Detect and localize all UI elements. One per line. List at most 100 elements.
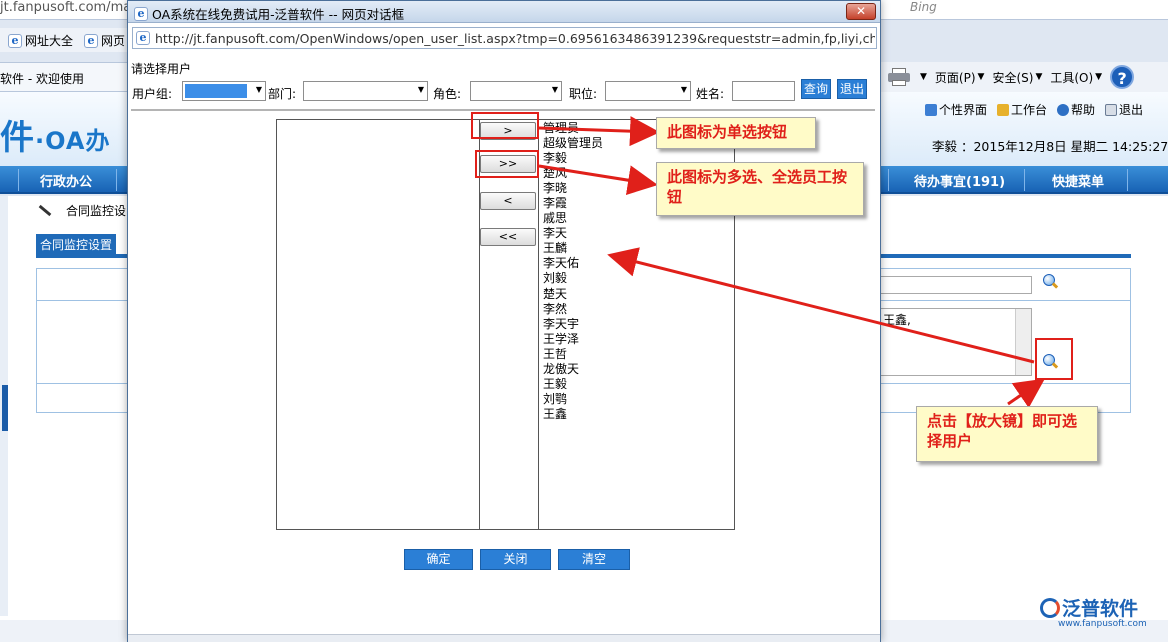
help-circle-icon: [1057, 103, 1070, 116]
annotation-highlight: [475, 150, 539, 178]
list-item[interactable]: 李霞: [543, 196, 603, 211]
move-left-button[interactable]: <: [480, 192, 536, 210]
address-text: jt.fanpusoft.com/mai: [0, 0, 135, 15]
filter-row: 用户组: 部门: 角色: 职位: 姓名: 查询 退出: [132, 79, 872, 101]
list-item[interactable]: 王哲: [543, 347, 603, 362]
search-button[interactable]: 查询: [801, 79, 831, 99]
printer-icon[interactable]: [888, 68, 910, 86]
user-group-label: 用户组:: [132, 87, 173, 101]
exit-button[interactable]: 退出: [837, 79, 867, 99]
list-item[interactable]: 李天: [543, 226, 603, 241]
list-item[interactable]: 李毅: [543, 151, 603, 166]
help-icon[interactable]: ?: [1110, 65, 1135, 89]
magnifier-icon[interactable]: [1042, 274, 1058, 290]
position-label: 职位:: [569, 87, 598, 101]
nav-item-admin-office[interactable]: 行政办公: [40, 171, 92, 190]
chevron-down-icon: ▼: [1095, 72, 1103, 82]
chevron-down-icon: ▼: [977, 72, 985, 82]
favorite-item[interactable]: e 网页: [84, 32, 125, 49]
close-button[interactable]: ✕: [846, 3, 876, 20]
move-all-left-button[interactable]: <<: [480, 228, 536, 246]
dialog-url: http://jt.fanpusoft.com/OpenWindows/open…: [155, 31, 875, 46]
chevron-down-icon[interactable]: ▼: [920, 72, 927, 82]
dialog-address-bar: e http://jt.fanpusoft.com/OpenWindows/op…: [132, 27, 877, 49]
selected-users-value: 王鑫,: [883, 313, 911, 327]
list-item[interactable]: 王麟: [543, 241, 603, 256]
brand-logo-icon: [1040, 597, 1060, 618]
confirm-button[interactable]: 确定: [404, 549, 473, 570]
safety-menu-label: 安全(S): [992, 70, 1034, 85]
chevron-down-icon: ▼: [1035, 72, 1043, 82]
annotation-highlight: [471, 112, 539, 139]
select-prompt: 请选择用户: [131, 62, 192, 76]
app-logo: 件·OA办: [0, 110, 110, 159]
breadcrumb: 合同监控设: [36, 202, 126, 219]
search-box[interactable]: Bing: [910, 0, 937, 14]
scrollbar[interactable]: [1015, 309, 1031, 375]
nav-divider: [18, 169, 19, 191]
list-item[interactable]: 王鑫: [543, 407, 603, 422]
list-item[interactable]: 王毅: [543, 377, 603, 392]
personal-link[interactable]: 个性界面: [925, 101, 987, 118]
clear-button[interactable]: 清空: [558, 549, 630, 570]
logout-label: 退出: [1119, 103, 1144, 117]
annotation-highlight: [1035, 338, 1073, 380]
list-item[interactable]: 戚思: [543, 211, 603, 226]
magnifier-callout: 点击【放大镜】即可选择用户: [916, 406, 1098, 462]
multi-select-callout: 此图标为多选、全选员工按钮: [656, 162, 864, 216]
list-item[interactable]: 超级管理员: [543, 136, 603, 151]
dialog-status-bar: [128, 634, 880, 642]
role-select[interactable]: [470, 81, 562, 101]
browser-tab[interactable]: 软件 - 欢迎使用: [0, 62, 130, 92]
nav-divider: [1024, 169, 1025, 191]
role-label: 角色:: [433, 87, 462, 101]
nav-item-todo[interactable]: 待办事宜(191): [914, 171, 1005, 190]
collapse-handle[interactable]: [2, 385, 8, 431]
ie-icon: e: [8, 33, 22, 48]
divider: [131, 109, 875, 111]
name-input[interactable]: [732, 81, 795, 101]
selected-users-field[interactable]: 王鑫,: [880, 308, 1032, 376]
monitor-icon: [925, 103, 937, 116]
list-item[interactable]: 李天宇: [543, 317, 603, 332]
logo-text: 件: [0, 118, 35, 158]
list-item[interactable]: 李然: [543, 302, 603, 317]
tools-menu[interactable]: 工具(O) ▼: [1050, 69, 1102, 86]
favorite-item[interactable]: e 网址大全: [8, 32, 73, 49]
pen-icon: [36, 203, 52, 219]
user-group-select[interactable]: [182, 81, 266, 101]
safety-menu[interactable]: 安全(S) ▼: [992, 69, 1042, 86]
list-item[interactable]: 楚风: [543, 166, 603, 181]
logout-icon: [1105, 103, 1118, 116]
list-item[interactable]: 管理员: [543, 121, 603, 136]
available-users-list[interactable]: [276, 119, 480, 530]
list-item[interactable]: 李天佑: [543, 256, 603, 271]
nav-item-shortcuts[interactable]: 快捷菜单: [1052, 171, 1104, 190]
department-select[interactable]: [303, 81, 428, 101]
dialog-title: OA系统在线免费试用-泛普软件 -- 网页对话框: [152, 7, 405, 22]
list-item[interactable]: 王学泽: [543, 332, 603, 347]
workbench-label: 工作台: [1011, 103, 1048, 117]
name-label: 姓名:: [696, 87, 725, 101]
position-select[interactable]: [605, 81, 691, 101]
dialog-titlebar[interactable]: e OA系统在线免费试用-泛普软件 -- 网页对话框 ✕: [128, 1, 880, 23]
close-dialog-button[interactable]: 关闭: [480, 549, 551, 570]
help-link[interactable]: 帮助: [1057, 101, 1095, 118]
single-select-callout: 此图标为单选按钮: [656, 117, 816, 149]
list-item[interactable]: 刘鹗: [543, 392, 603, 407]
list-item[interactable]: 楚天: [543, 287, 603, 302]
form-input[interactable]: [880, 276, 1032, 294]
ie-icon: e: [136, 31, 150, 45]
list-item[interactable]: 龙傲天: [543, 362, 603, 377]
page-menu[interactable]: 页面(P) ▼: [935, 69, 985, 86]
tab-contract-monitor[interactable]: 合同监控设置: [36, 234, 117, 254]
workbench-link[interactable]: 工作台: [997, 101, 1047, 118]
nav-divider: [888, 169, 889, 191]
list-item[interactable]: 刘毅: [543, 271, 603, 286]
ie-icon: e: [134, 6, 148, 21]
favorite-label: 网址大全: [25, 34, 74, 48]
list-item[interactable]: 李晓: [543, 181, 603, 196]
logout-link[interactable]: 退出: [1105, 101, 1143, 118]
workbench-icon: [997, 103, 1010, 116]
department-label: 部门:: [268, 87, 297, 101]
